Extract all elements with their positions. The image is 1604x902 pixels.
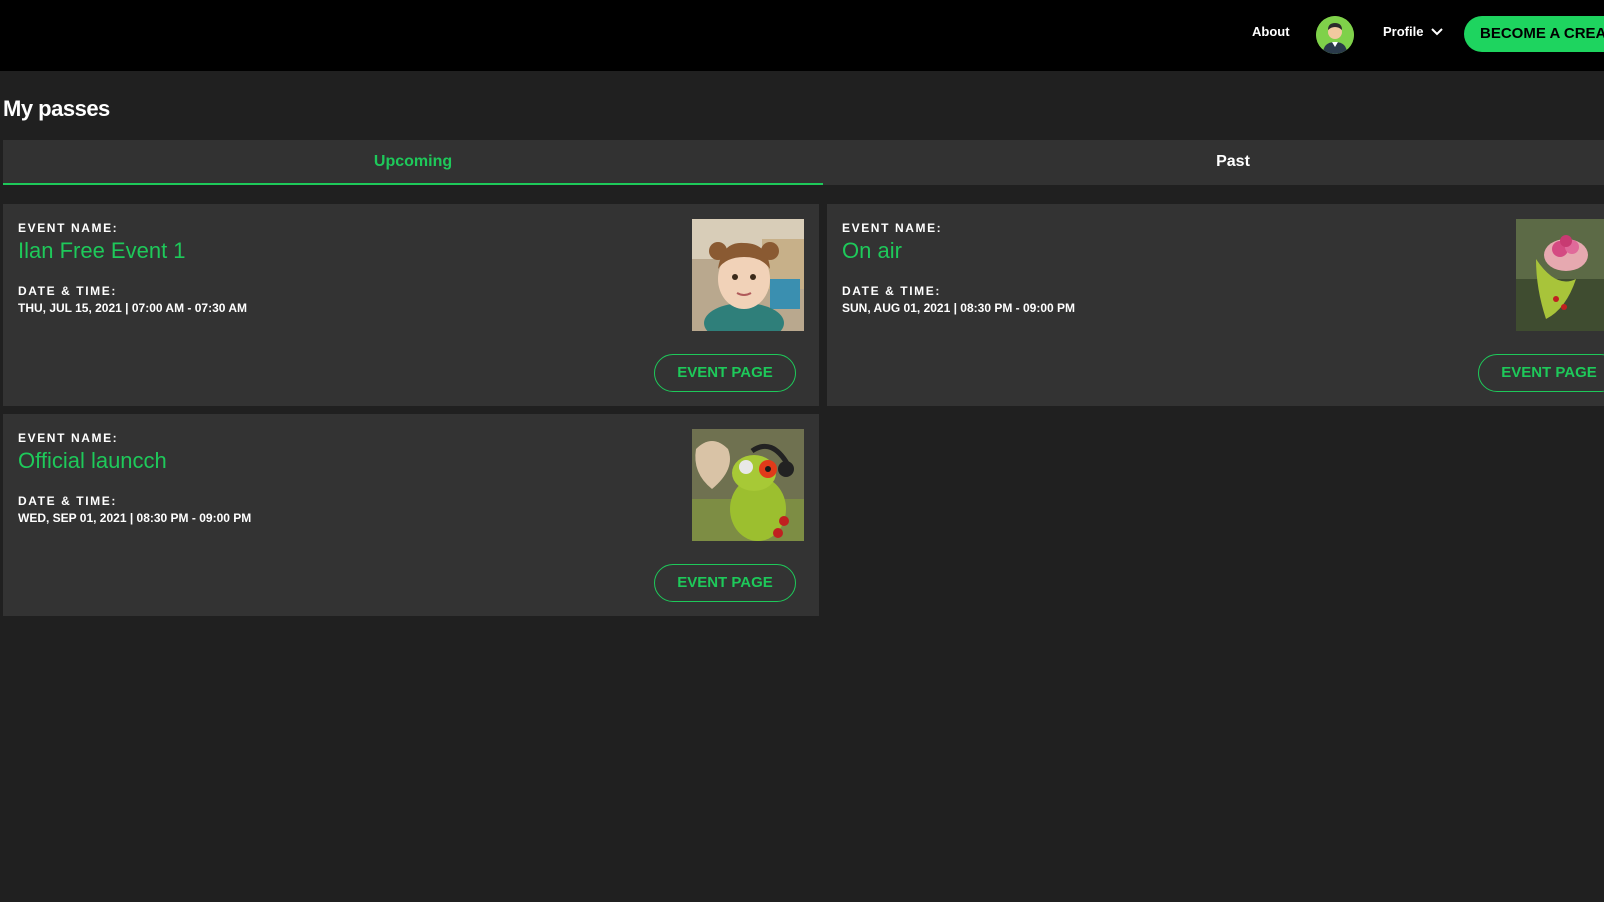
event-card: EVENT NAME: Official launcch DATE & TIME… bbox=[3, 414, 819, 616]
date-time-label: DATE & TIME: bbox=[18, 494, 117, 508]
event-datetime: WED, SEP 01, 2021 | 08:30 PM - 09:00 PM bbox=[18, 511, 252, 525]
event-name-label: EVENT NAME: bbox=[842, 221, 943, 235]
event-card: EVENT NAME: Ilan Free Event 1 DATE & TIM… bbox=[3, 204, 819, 406]
event-thumbnail[interactable] bbox=[1516, 219, 1604, 331]
date-time-label: DATE & TIME: bbox=[18, 284, 117, 298]
avatar[interactable] bbox=[1316, 16, 1354, 54]
event-name-label: EVENT NAME: bbox=[18, 431, 119, 445]
profile-menu[interactable]: Profile bbox=[1383, 24, 1444, 39]
child-photo-icon bbox=[692, 219, 804, 331]
event-datetime: THU, JUL 15, 2021 | 07:00 AM - 07:30 AM bbox=[18, 301, 248, 315]
tab-past[interactable]: Past bbox=[823, 140, 1604, 185]
frog-flower-photo-icon bbox=[1516, 219, 1604, 331]
event-page-button[interactable]: EVENT PAGE bbox=[654, 354, 796, 392]
avatar-icon bbox=[1316, 16, 1354, 54]
frog-headphones-photo-icon bbox=[692, 429, 804, 541]
top-navbar: About Profile BECOME A CREATOR bbox=[0, 0, 1604, 71]
profile-label: Profile bbox=[1383, 24, 1424, 39]
event-page-button[interactable]: EVENT PAGE bbox=[654, 564, 796, 602]
event-name[interactable]: Ilan Free Event 1 bbox=[18, 238, 186, 264]
pass-tabs: Upcoming Past bbox=[3, 140, 1604, 185]
event-card: EVENT NAME: On air DATE & TIME: SUN, AUG… bbox=[827, 204, 1604, 406]
event-thumbnail[interactable] bbox=[692, 429, 804, 541]
event-thumbnail[interactable] bbox=[692, 219, 804, 331]
date-time-label: DATE & TIME: bbox=[842, 284, 941, 298]
become-creator-button[interactable]: BECOME A CREATOR bbox=[1464, 16, 1604, 52]
tab-upcoming[interactable]: Upcoming bbox=[3, 140, 823, 185]
event-name[interactable]: Official launcch bbox=[18, 448, 167, 474]
event-page-button[interactable]: EVENT PAGE bbox=[1478, 354, 1604, 392]
page-title: My passes bbox=[3, 96, 110, 121]
event-name-label: EVENT NAME: bbox=[18, 221, 119, 235]
event-name[interactable]: On air bbox=[842, 238, 902, 264]
chevron-down-icon bbox=[1431, 27, 1444, 35]
about-link[interactable]: About bbox=[1252, 24, 1290, 39]
event-datetime: SUN, AUG 01, 2021 | 08:30 PM - 09:00 PM bbox=[842, 301, 1076, 315]
